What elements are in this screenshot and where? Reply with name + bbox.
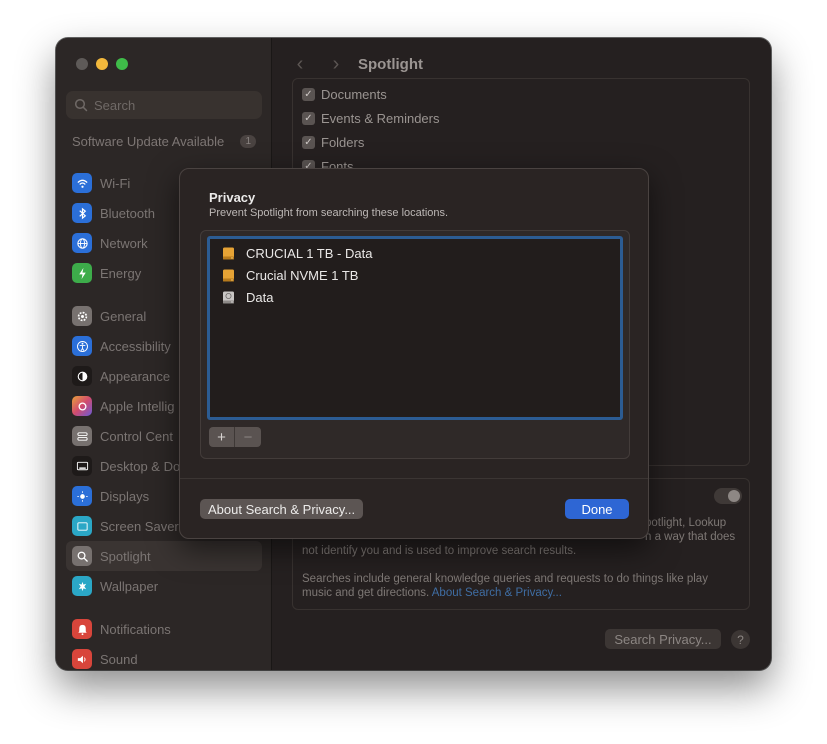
sidebar-item-wallpaper[interactable]: Wallpaper xyxy=(72,575,158,597)
location-label: CRUCIAL 1 TB - Data xyxy=(246,245,373,261)
bolt-icon xyxy=(72,263,92,283)
wallpaper-icon xyxy=(72,576,92,596)
sidebar-item-label: Bluetooth xyxy=(100,205,155,221)
list-item[interactable]: Crucial NVME 1 TB xyxy=(210,264,620,286)
sheet-subtitle: Prevent Spotlight from searching these l… xyxy=(209,207,449,219)
sidebar-item-accessibility[interactable]: Accessibility xyxy=(72,335,171,357)
sidebar-item-control-center[interactable]: Control Cent xyxy=(72,425,173,447)
sound-icon xyxy=(72,649,92,669)
forward-arrow-icon[interactable]: › xyxy=(318,53,354,76)
update-count-badge: 1 xyxy=(240,135,256,148)
zoom-window-button[interactable] xyxy=(116,58,128,70)
checkbox-checked-icon[interactable]: ✓ xyxy=(302,136,315,149)
about-search-privacy-link[interactable]: About Search & Privacy... xyxy=(432,587,562,599)
sidebar-item-label: Notifications xyxy=(100,621,171,637)
sidebar-item-label: Wallpaper xyxy=(100,578,159,594)
sidebar-item-wifi[interactable]: Wi-Fi xyxy=(72,172,130,194)
sidebar-item-label: Displays xyxy=(100,488,150,504)
sidebar-item-appearance[interactable]: Appearance xyxy=(72,365,170,387)
location-label: Crucial NVME 1 TB xyxy=(246,267,359,283)
sidebar-item-apple-intelligence[interactable]: Apple Intellig xyxy=(72,395,174,417)
spotlight-icon xyxy=(72,546,92,566)
help-text: not identify you and is used to improve … xyxy=(302,545,577,557)
software-update-label: Software Update Available xyxy=(72,134,225,149)
globe-icon xyxy=(72,233,92,253)
checkbox-checked-icon[interactable]: ✓ xyxy=(302,88,315,101)
search-input[interactable] xyxy=(94,97,254,113)
software-update-item[interactable]: Software Update Available 1 xyxy=(72,134,256,149)
sidebar-item-label: Energy xyxy=(100,265,142,281)
sidebar-item-label: Sound xyxy=(100,651,138,667)
sidebar-item-label: Control Cent xyxy=(100,428,173,444)
wifi-icon xyxy=(72,173,92,193)
category-label: Events & Reminders xyxy=(321,111,440,126)
notifications-icon xyxy=(72,619,92,639)
sidebar-item-network[interactable]: Network xyxy=(72,232,148,254)
sheet-divider xyxy=(180,478,648,479)
sidebar-item-general[interactable]: General xyxy=(72,305,146,327)
close-window-button[interactable] xyxy=(76,58,88,70)
accessibility-icon xyxy=(72,336,92,356)
search-privacy-button[interactable]: Search Privacy... xyxy=(605,629,721,649)
apple-intelligence-icon xyxy=(72,396,92,416)
category-label: Documents xyxy=(321,87,387,102)
list-item[interactable]: CRUCIAL 1 TB - Data xyxy=(210,242,620,264)
sidebar-item-notifications[interactable]: Notifications xyxy=(72,618,171,640)
sidebar-item-label: Accessibility xyxy=(100,338,171,354)
screen-saver-icon xyxy=(72,516,92,536)
improve-search-toggle[interactable] xyxy=(714,488,742,504)
add-location-button[interactable]: + xyxy=(209,427,235,447)
excluded-locations-list[interactable]: CRUCIAL 1 TB - Data Crucial NVME 1 TB Da… xyxy=(207,236,623,420)
help-text-fragment: potlight, Lookup xyxy=(645,517,727,529)
sidebar-item-desktop-dock[interactable]: Desktop & Do xyxy=(72,455,180,477)
minimize-window-button[interactable] xyxy=(96,58,108,70)
sidebar-item-screen-saver[interactable]: Screen Saver xyxy=(72,515,179,537)
back-arrow-icon[interactable]: ‹ xyxy=(282,53,318,76)
category-label: Folders xyxy=(321,135,365,150)
about-search-privacy-button[interactable]: About Search & Privacy... xyxy=(200,499,364,519)
add-remove-control: + − xyxy=(209,427,261,447)
appearance-icon xyxy=(72,366,92,386)
help-text: music and get directions. xyxy=(302,587,430,599)
list-item[interactable]: Data xyxy=(210,286,620,308)
sidebar-item-label: Screen Saver xyxy=(100,518,179,534)
sidebar-item-label: Appearance xyxy=(100,368,171,384)
help-button[interactable]: ? xyxy=(731,630,750,649)
help-text: Searches include general knowledge queri… xyxy=(302,573,708,585)
category-row-documents[interactable]: ✓ Documents xyxy=(302,87,387,102)
displays-icon xyxy=(72,486,92,506)
privacy-sheet: Privacy Prevent Spotlight from searching… xyxy=(179,168,649,539)
sidebar-item-label: Network xyxy=(100,235,148,251)
sidebar-item-label: Desktop & Do xyxy=(100,458,181,474)
sidebar-item-label: Wi-Fi xyxy=(100,175,131,191)
search-icon xyxy=(74,98,88,112)
sidebar-item-bluetooth[interactable]: Bluetooth xyxy=(72,202,155,224)
desktop-dock-icon xyxy=(72,456,92,476)
help-text-line: music and get directions. About Search &… xyxy=(302,586,562,600)
external-drive-icon xyxy=(221,246,236,261)
help-text-fragment: n a way that does xyxy=(645,531,736,543)
remove-location-button[interactable]: − xyxy=(235,427,261,447)
sidebar-search[interactable] xyxy=(66,91,262,119)
sidebar-item-label: Spotlight xyxy=(100,548,151,564)
sidebar-item-label: Apple Intellig xyxy=(100,398,175,414)
sheet-title: Privacy xyxy=(209,190,256,205)
done-button[interactable]: Done xyxy=(565,499,629,519)
sidebar-item-label: General xyxy=(100,308,147,324)
sidebar-item-energy[interactable]: Energy xyxy=(72,262,141,284)
page-title: Spotlight xyxy=(358,55,423,73)
external-drive-icon xyxy=(221,268,236,283)
category-row-events-reminders[interactable]: ✓ Events & Reminders xyxy=(302,111,440,126)
checkbox-checked-icon[interactable]: ✓ xyxy=(302,112,315,125)
sidebar-item-spotlight[interactable]: Spotlight xyxy=(72,545,151,567)
sidebar-item-displays[interactable]: Displays xyxy=(72,485,149,507)
control-center-icon xyxy=(72,426,92,446)
traffic-lights xyxy=(76,58,128,70)
internal-drive-icon xyxy=(221,290,236,305)
location-label: Data xyxy=(246,289,274,305)
category-row-folders[interactable]: ✓ Folders xyxy=(302,135,364,150)
bluetooth-icon xyxy=(72,203,92,223)
gear-icon xyxy=(72,306,92,326)
sidebar-item-sound[interactable]: Sound xyxy=(72,648,138,670)
